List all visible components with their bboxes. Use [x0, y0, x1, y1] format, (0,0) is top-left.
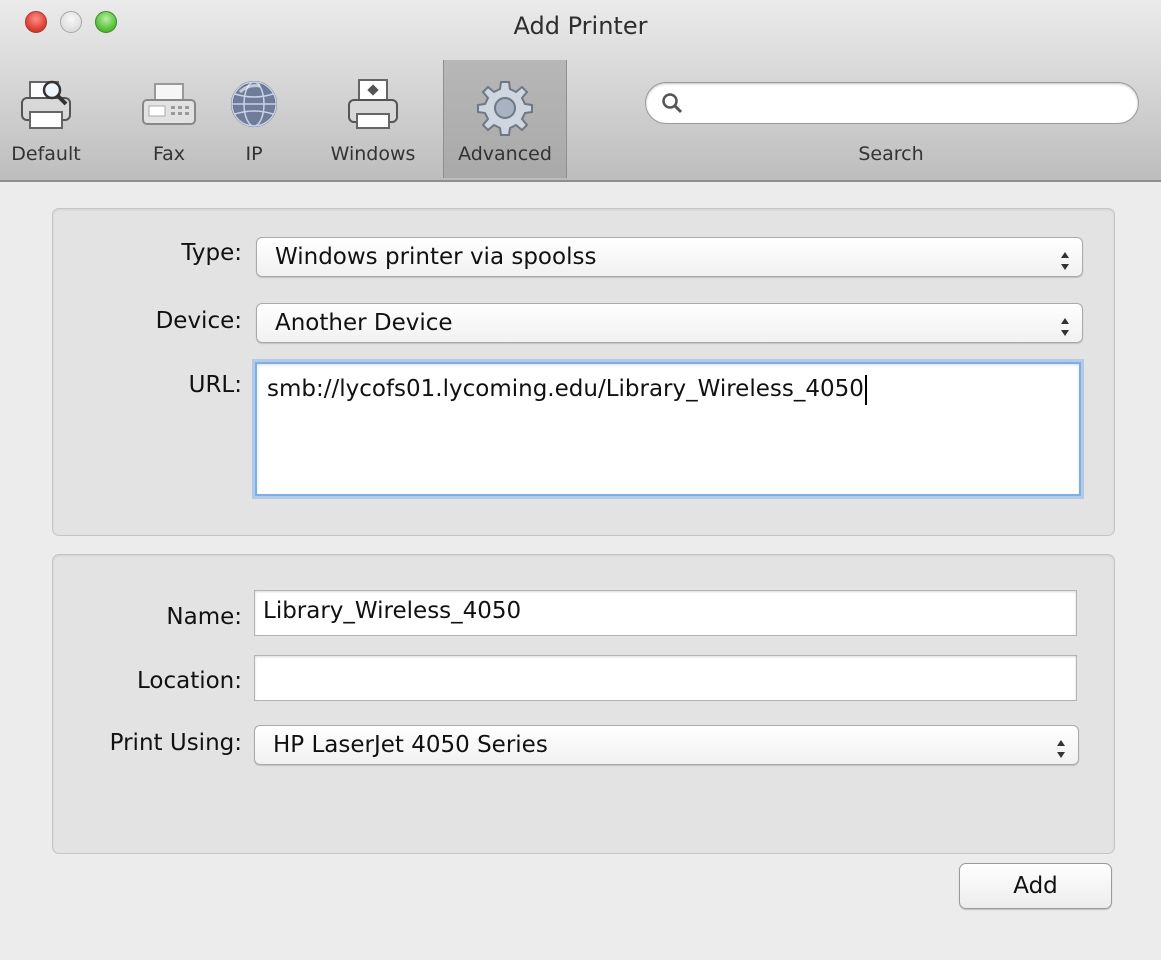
toolbar-ip-button[interactable]: IP: [228, 60, 280, 178]
toolbar-fax-label: Fax: [152, 143, 186, 165]
type-label: Type:: [181, 240, 242, 266]
toolbar-windows-button[interactable]: Windows: [318, 60, 428, 178]
toolbar-fax-button[interactable]: Fax: [136, 60, 202, 178]
name-value: Library_Wireless_4050: [263, 598, 522, 624]
url-field[interactable]: smb://lycofs01.lycoming.edu/Library_Wire…: [255, 362, 1081, 496]
print-using-label: Print Using:: [109, 730, 242, 756]
windows-printer-icon: [345, 78, 401, 138]
name-label: Name:: [166, 604, 242, 630]
window-title: Add Printer: [513, 12, 648, 40]
updown-arrows-icon: [1060, 246, 1070, 270]
toolbar-default-button[interactable]: Default: [10, 60, 82, 178]
print-using-value: HP LaserJet 4050 Series: [273, 732, 548, 758]
type-value: Windows printer via spoolss: [275, 244, 597, 270]
toolbar-windows-label: Windows: [330, 143, 416, 165]
search-field[interactable]: [645, 82, 1139, 124]
device-value: Another Device: [275, 310, 453, 336]
type-popup[interactable]: Windows printer via spoolss: [256, 237, 1083, 277]
location-field[interactable]: [254, 655, 1077, 701]
gear-icon: [473, 78, 537, 142]
globe-icon: [226, 78, 282, 138]
updown-arrows-icon: [1056, 734, 1066, 758]
url-label: URL:: [188, 372, 242, 398]
name-field[interactable]: Library_Wireless_4050: [254, 590, 1077, 636]
print-using-popup[interactable]: HP LaserJet 4050 Series: [254, 725, 1079, 765]
search-label: Search: [858, 143, 924, 165]
updown-arrows-icon: [1060, 312, 1070, 336]
toolbar-advanced-label: Advanced: [458, 143, 552, 165]
url-value: smb://lycofs01.lycoming.edu/Library_Wire…: [267, 376, 864, 402]
location-label: Location:: [136, 668, 242, 694]
add-button[interactable]: Add: [959, 863, 1112, 909]
toolbar-ip-label: IP: [245, 143, 263, 165]
device-popup[interactable]: Another Device: [256, 303, 1083, 343]
toolbar-advanced-button[interactable]: Advanced: [443, 60, 567, 178]
text-caret: [864, 374, 867, 405]
device-label: Device:: [155, 308, 242, 334]
fax-icon: [139, 78, 199, 138]
toolbar-default-label: Default: [11, 143, 81, 165]
default-printer-icon: [18, 78, 74, 138]
window-titlebar: Add Printer Default Fax IP Windows Advan…: [0, 0, 1161, 182]
